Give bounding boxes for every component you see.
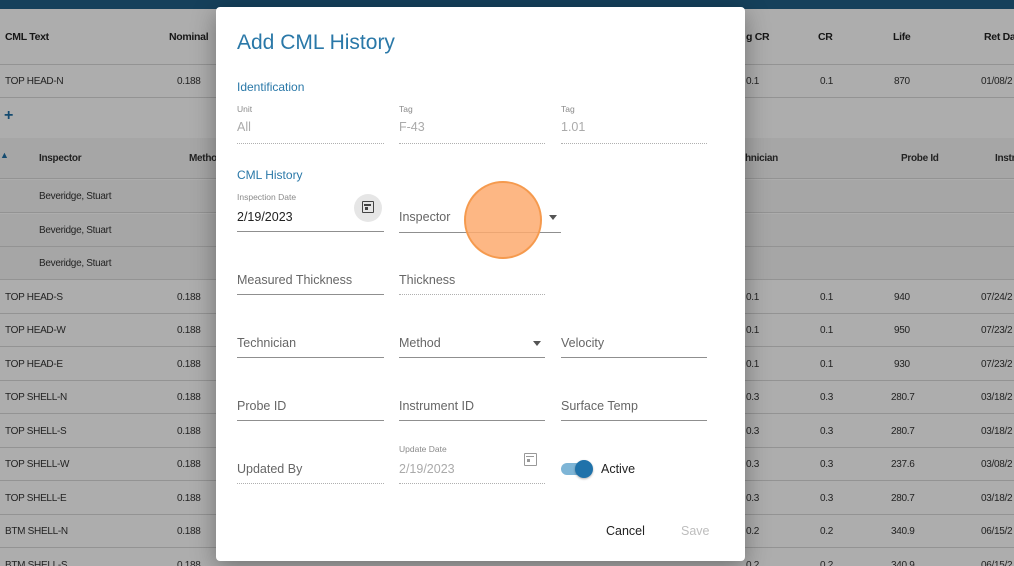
dialog-title: Add CML History (237, 31, 395, 54)
updated-by-field: Updated By (237, 459, 384, 484)
calendar-icon[interactable] (354, 194, 382, 222)
technician-input[interactable]: Technician (237, 333, 384, 358)
chevron-down-icon[interactable] (549, 215, 557, 220)
active-label: Active (601, 462, 636, 476)
update-date-field: Update Date 2/19/2023 (399, 444, 545, 484)
thickness-field: Thickness (399, 270, 545, 295)
tag2-field: Tag 1.01 (561, 104, 707, 144)
surface-temp-input[interactable]: Surface Temp (561, 396, 707, 421)
unit-field: Unit All (237, 104, 384, 144)
cml-history-heading: CML History (237, 168, 303, 182)
measured-thickness-input[interactable]: Measured Thickness (237, 270, 384, 295)
save-button[interactable]: Save (681, 524, 710, 538)
velocity-input[interactable]: Velocity (561, 333, 707, 358)
active-toggle[interactable] (561, 460, 593, 478)
method-select[interactable]: Method (399, 333, 545, 358)
instrument-id-input[interactable]: Instrument ID (399, 396, 545, 421)
calendar-icon (524, 453, 537, 466)
identification-heading: Identification (237, 80, 305, 94)
add-cml-history-dialog: Add CML History Identification Unit All … (216, 7, 745, 561)
cancel-button[interactable]: Cancel (606, 524, 645, 538)
click-indicator (464, 181, 542, 259)
tag-field: Tag F-43 (399, 104, 545, 144)
inspection-date-field[interactable]: Inspection Date 2/19/2023 (237, 192, 384, 232)
chevron-down-icon[interactable] (533, 341, 541, 346)
probe-id-input[interactable]: Probe ID (237, 396, 384, 421)
